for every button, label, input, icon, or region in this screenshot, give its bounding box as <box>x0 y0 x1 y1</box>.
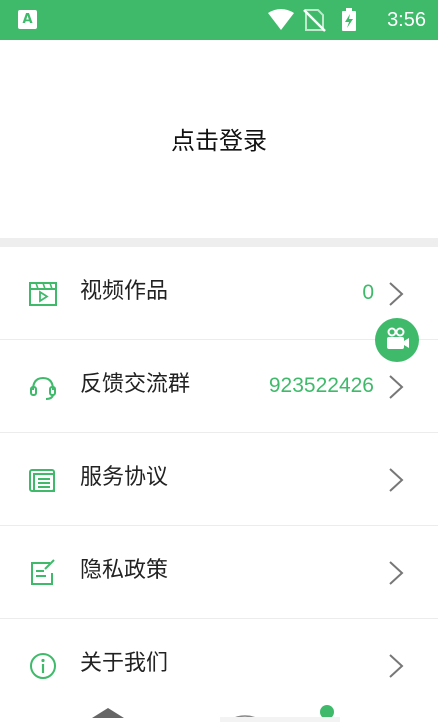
chevron-right-icon <box>389 282 404 306</box>
status-bar: A 3:56 <box>0 0 438 40</box>
chevron-right-icon <box>389 375 404 399</box>
wifi-icon <box>268 9 294 30</box>
battery-icon <box>342 8 356 31</box>
bottom-navigation <box>92 705 340 722</box>
document-icon <box>29 469 55 492</box>
menu-label: 反馈交流群 <box>80 372 191 397</box>
floating-camera-button[interactable] <box>375 318 419 362</box>
app-notification-icon: A <box>18 10 37 29</box>
login-area[interactable]: 点击登录 <box>0 40 438 238</box>
edit-document-icon <box>31 559 55 585</box>
menu-item-video-works[interactable]: 视频作品 0 <box>0 247 438 340</box>
chevron-right-icon <box>389 654 404 678</box>
video-camera-icon <box>387 327 409 349</box>
menu-label: 隐私政策 <box>80 558 169 583</box>
status-icons <box>268 8 356 32</box>
video-icon <box>29 282 57 306</box>
chevron-right-icon <box>389 561 404 585</box>
menu-item-service-agreement[interactable]: 服务协议 <box>0 433 438 526</box>
menu-item-feedback-group[interactable]: 反馈交流群 923522426 <box>0 340 438 433</box>
status-time: 3:56 <box>387 9 426 31</box>
menu-value: 923522426 <box>268 374 374 397</box>
menu-label: 服务协议 <box>80 465 169 490</box>
login-label[interactable]: 点击登录 <box>171 121 267 156</box>
headset-icon <box>30 376 56 400</box>
menu-label: 视频作品 <box>80 279 169 304</box>
profile-tab-icon <box>320 705 334 719</box>
info-icon <box>30 653 56 679</box>
menu-label: 关于我们 <box>80 651 169 676</box>
menu-value: 0 <box>362 281 374 304</box>
section-divider <box>0 238 438 247</box>
menu-item-about-us[interactable]: 关于我们 <box>0 619 438 712</box>
chevron-right-icon <box>389 468 404 492</box>
menu-item-privacy-policy[interactable]: 隐私政策 <box>0 526 438 619</box>
home-tab-icon <box>92 708 124 718</box>
no-sim-icon <box>303 9 326 32</box>
